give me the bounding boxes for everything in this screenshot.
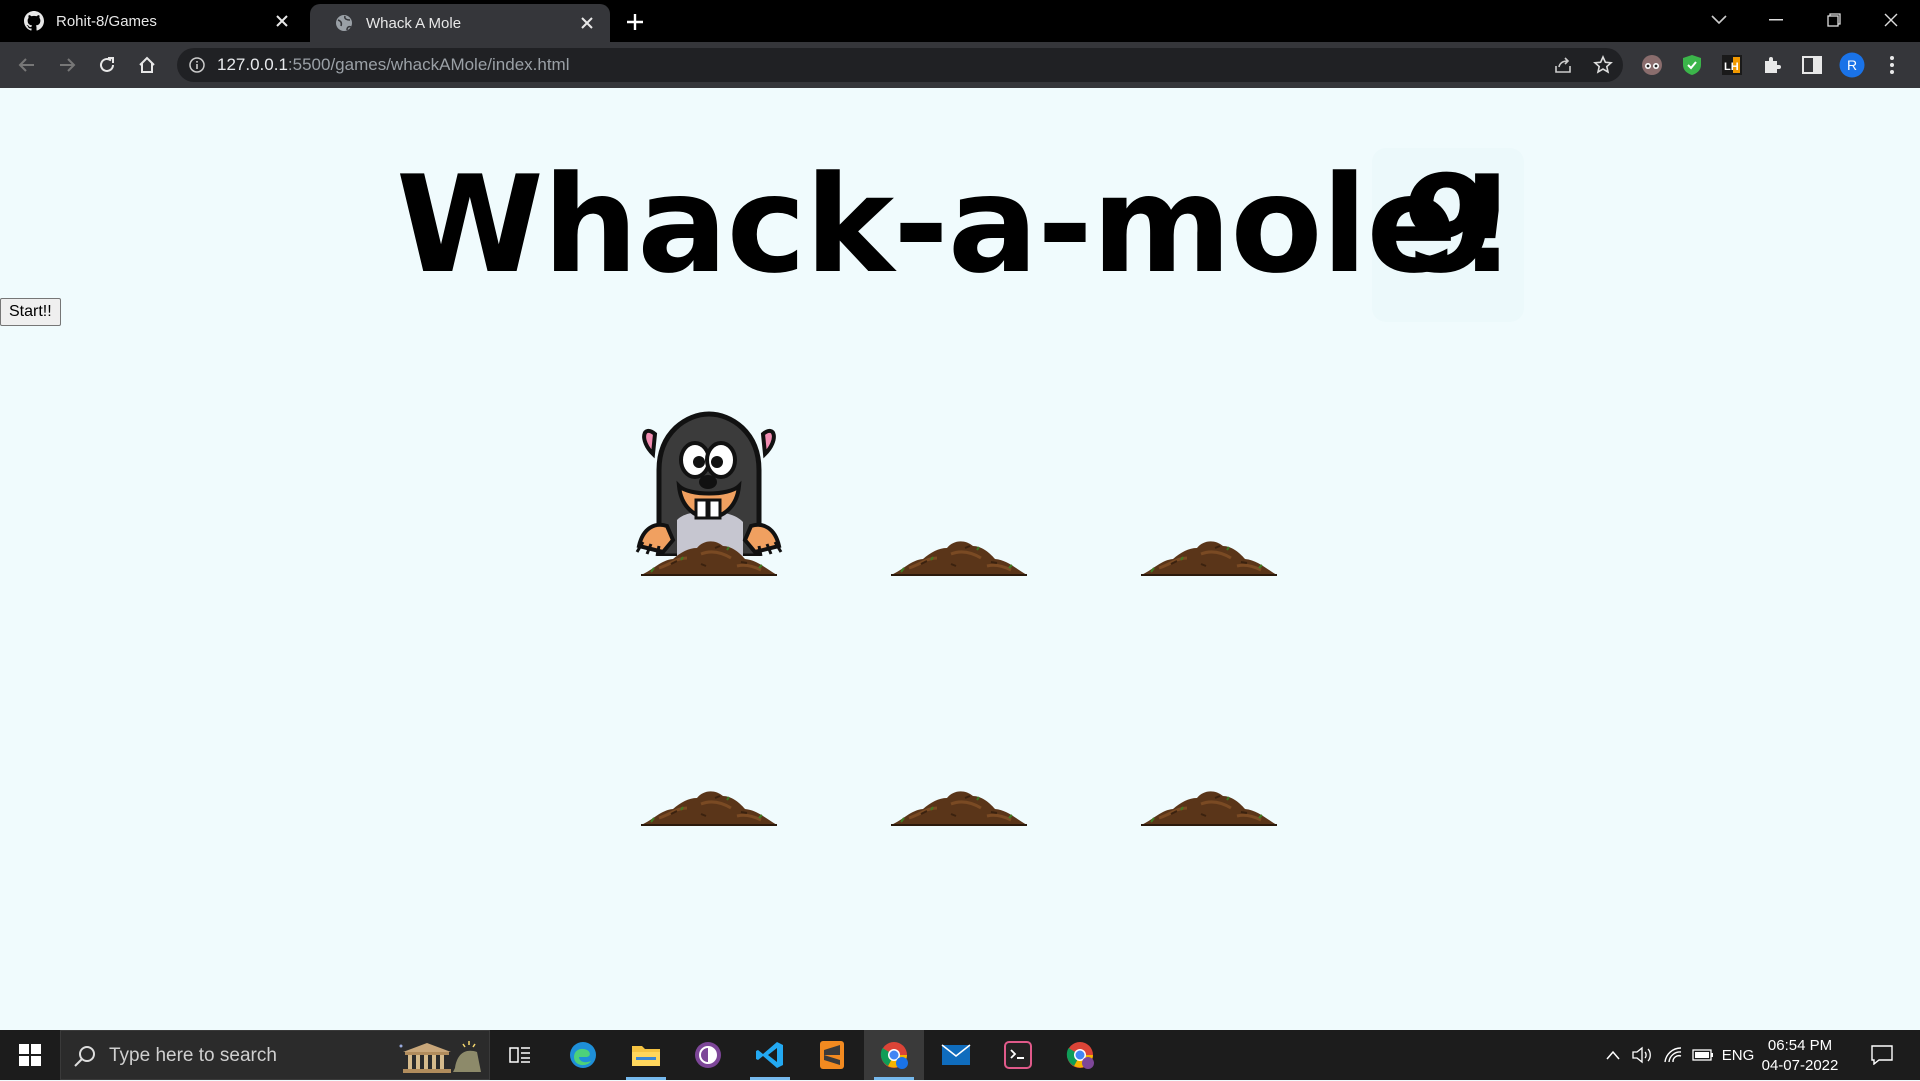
tab-title: Whack A Mole: [366, 14, 462, 32]
browser-toolbar: 127.0.0.1:5500/games/whackAMole/index.ht…: [0, 42, 1920, 88]
clock-date: 04-07-2022: [1761, 1057, 1839, 1074]
search-placeholder: Type here to search: [109, 1045, 277, 1066]
taskbar-search-box[interactable]: Type here to search: [60, 1030, 490, 1080]
battery-icon[interactable]: [1688, 1030, 1718, 1080]
dirt-mound-icon: [641, 791, 777, 826]
file-explorer-icon[interactable]: [616, 1030, 676, 1080]
terminal-icon[interactable]: [988, 1030, 1048, 1080]
close-tab-icon[interactable]: [576, 12, 598, 34]
back-arrow-icon[interactable]: [12, 50, 42, 80]
puzzle-extensions-icon[interactable]: [1758, 51, 1786, 79]
clock-time: 06:54 PM: [1767, 1037, 1833, 1054]
share-icon[interactable]: [1551, 53, 1575, 77]
kebab-menu-icon[interactable]: [1878, 51, 1906, 79]
profile-avatar[interactable]: R: [1838, 51, 1866, 79]
globe-icon: [334, 13, 354, 33]
chrome-profile-icon[interactable]: [1050, 1030, 1110, 1080]
svg-text:R: R: [1847, 57, 1857, 73]
close-tab-icon[interactable]: [271, 10, 293, 32]
windows-start-icon[interactable]: [0, 1030, 60, 1080]
lighthouse-extension-icon[interactable]: LH: [1718, 51, 1746, 79]
restore-window-icon[interactable]: [1805, 0, 1863, 40]
search-icon: [74, 1046, 95, 1067]
bookmark-star-icon[interactable]: [1591, 53, 1615, 77]
edge-browser-icon[interactable]: [553, 1030, 613, 1080]
windows-taskbar: Type here to search ENG 06:54 PM 04-07-2…: [0, 1030, 1920, 1080]
minimize-window-icon[interactable]: [1747, 0, 1805, 40]
address-bar[interactable]: 127.0.0.1:5500/games/whackAMole/index.ht…: [177, 48, 1623, 82]
page-viewport: Whack-a-mole! 9 Start!!: [0, 88, 1920, 1030]
start-button[interactable]: Start!!: [0, 298, 61, 326]
side-panel-icon[interactable]: [1798, 51, 1826, 79]
wifi-icon[interactable]: [1658, 1030, 1688, 1080]
site-info-icon[interactable]: [187, 55, 207, 75]
tray-chevron-up-icon[interactable]: [1600, 1030, 1626, 1080]
svg-text:LH: LH: [1724, 61, 1739, 73]
task-view-icon[interactable]: [490, 1030, 550, 1080]
dirt-mound-icon: [1141, 541, 1277, 576]
chrome-icon[interactable]: [864, 1030, 924, 1080]
mole-hole[interactable]: [891, 574, 1027, 826]
incognito-extension-icon[interactable]: [1638, 51, 1666, 79]
browser-tab-strip: Rohit-8/Games Whack A Mole: [0, 0, 1920, 42]
tor-browser-icon[interactable]: [678, 1030, 738, 1080]
home-icon[interactable]: [132, 50, 162, 80]
reload-icon[interactable]: [92, 50, 122, 80]
taskbar-clock[interactable]: 06:54 PM 04-07-2022: [1755, 1036, 1845, 1076]
dirt-mound-icon: [641, 541, 777, 576]
mole-hole[interactable]: [1141, 574, 1277, 826]
vscode-icon[interactable]: [740, 1030, 800, 1080]
score-counter: 9: [1402, 147, 1496, 303]
tab-title: Rohit-8/Games: [56, 12, 157, 30]
dirt-mound-icon: [1141, 791, 1277, 826]
sublime-text-icon[interactable]: [802, 1030, 862, 1080]
tab-search-chevron-icon[interactable]: [1690, 0, 1748, 40]
search-highlight-temple-icon: [399, 1041, 481, 1073]
dirt-mound-icon: [891, 541, 1027, 576]
tab-whack-a-mole[interactable]: Whack A Mole: [310, 4, 610, 42]
close-window-icon[interactable]: [1862, 0, 1920, 40]
language-indicator[interactable]: ENG: [1720, 1030, 1756, 1080]
mole-hole[interactable]: [635, 324, 783, 576]
mole-hole[interactable]: [641, 574, 777, 826]
mole-hole[interactable]: [891, 324, 1027, 576]
tab-rohit-games[interactable]: Rohit-8/Games: [0, 0, 305, 42]
url-text: 127.0.0.1:5500/games/whackAMole/index.ht…: [217, 55, 570, 74]
notification-icon[interactable]: [1862, 1030, 1902, 1080]
new-tab-plus-icon[interactable]: [622, 9, 648, 35]
mail-icon[interactable]: [926, 1030, 986, 1080]
mole-hole[interactable]: [1141, 324, 1277, 576]
forward-arrow-icon[interactable]: [52, 50, 82, 80]
dirt-mound-icon: [891, 791, 1027, 826]
github-icon: [24, 11, 44, 31]
shield-extension-icon[interactable]: [1678, 51, 1706, 79]
volume-icon[interactable]: [1627, 1030, 1657, 1080]
page-title: Whack-a-mole!: [396, 147, 1517, 303]
